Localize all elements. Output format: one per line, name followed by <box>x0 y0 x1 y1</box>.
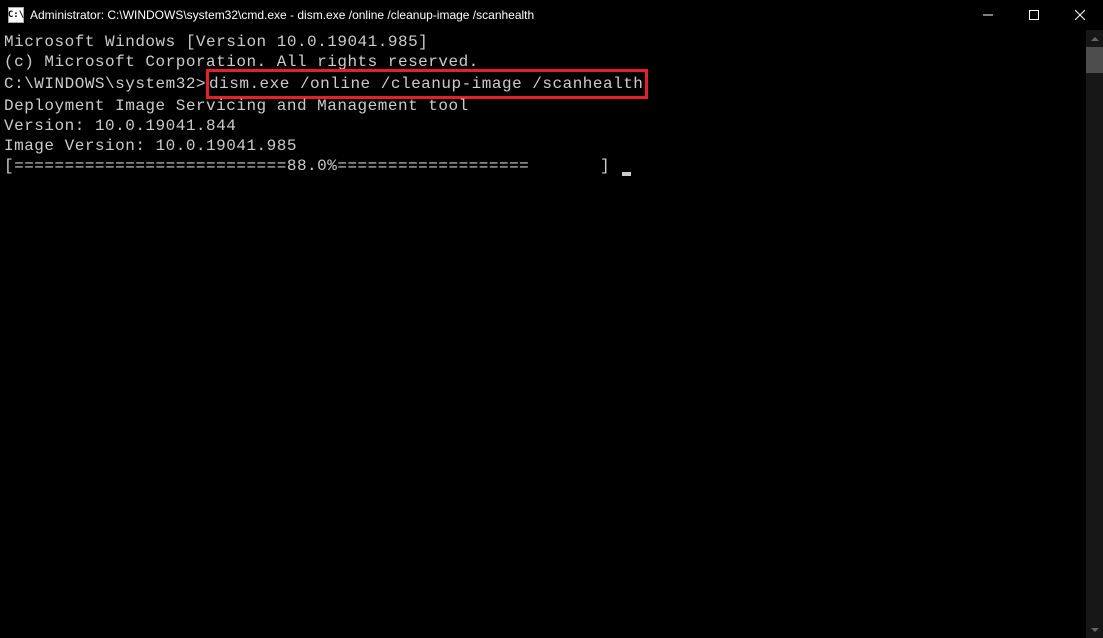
progress-bar: [===========================88.0%=======… <box>4 157 620 175</box>
prompt: C:\WINDOWS\system32> <box>4 75 206 93</box>
scroll-down-arrow[interactable] <box>1086 621 1103 638</box>
chevron-down-icon <box>1091 628 1099 632</box>
vertical-scrollbar[interactable] <box>1086 30 1103 638</box>
terminal-output[interactable]: Microsoft Windows [Version 10.0.19041.98… <box>0 30 1086 638</box>
scroll-thumb[interactable] <box>1086 47 1103 73</box>
output-line: Image Version: 10.0.19041.985 <box>4 136 1082 156</box>
window-controls <box>965 0 1103 30</box>
close-button[interactable] <box>1057 0 1103 30</box>
cmd-icon: C:\ <box>8 7 24 23</box>
output-line: Version: 10.0.19041.844 <box>4 116 1082 136</box>
maximize-button[interactable] <box>1011 0 1057 30</box>
progress-line: [===========================88.0%=======… <box>4 156 1082 176</box>
titlebar[interactable]: C:\ Administrator: C:\WINDOWS\system32\c… <box>0 0 1103 30</box>
cursor <box>622 172 631 176</box>
output-line: Deployment Image Servicing and Managemen… <box>4 96 1082 116</box>
close-icon <box>1075 10 1085 20</box>
minimize-icon <box>983 10 993 20</box>
chevron-up-icon <box>1091 37 1099 41</box>
command-highlight: dism.exe /online /cleanup-image /scanhea… <box>206 69 648 99</box>
maximize-icon <box>1029 10 1039 20</box>
output-line: Microsoft Windows [Version 10.0.19041.98… <box>4 32 1082 52</box>
minimize-button[interactable] <box>965 0 1011 30</box>
scroll-up-arrow[interactable] <box>1086 30 1103 47</box>
command-text: dism.exe /online /cleanup-image /scanhea… <box>209 75 643 93</box>
command-line: C:\WINDOWS\system32>dism.exe /online /cl… <box>4 72 1082 96</box>
client-area: Microsoft Windows [Version 10.0.19041.98… <box>0 30 1103 638</box>
window-title: Administrator: C:\WINDOWS\system32\cmd.e… <box>30 8 965 22</box>
cmd-window: C:\ Administrator: C:\WINDOWS\system32\c… <box>0 0 1103 638</box>
scroll-track[interactable] <box>1086 47 1103 621</box>
